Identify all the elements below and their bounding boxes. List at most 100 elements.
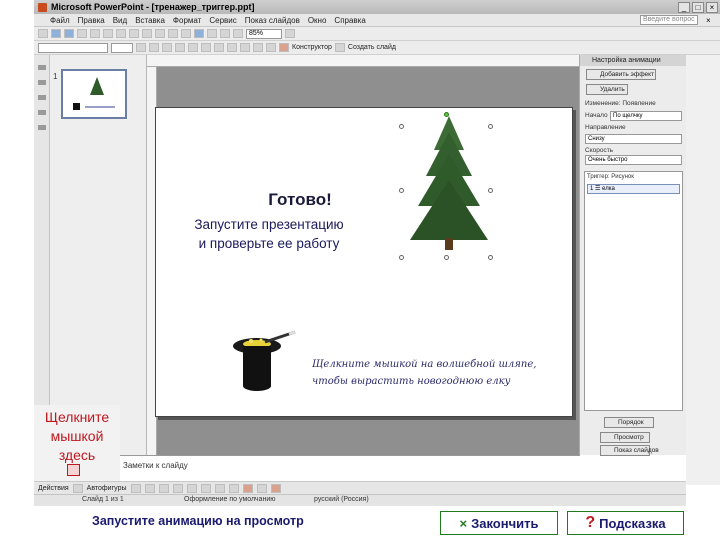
redo-icon[interactable] xyxy=(181,29,191,38)
add-effect-button[interactable]: Добавить эффект xyxy=(586,69,656,80)
font-color-icon[interactable] xyxy=(279,43,289,52)
close-icon[interactable]: × xyxy=(706,16,716,25)
increase-font-icon[interactable] xyxy=(253,43,263,52)
resize-handle[interactable] xyxy=(399,255,404,260)
cut-icon[interactable] xyxy=(116,29,126,38)
resize-handle[interactable] xyxy=(399,188,404,193)
spelling-icon[interactable] xyxy=(103,29,113,38)
play-button[interactable]: Просмотр xyxy=(600,432,650,443)
maximize-button[interactable]: □ xyxy=(692,1,704,13)
hyperlink-icon[interactable] xyxy=(194,29,204,38)
tool-icon[interactable] xyxy=(37,125,46,130)
underline-icon[interactable] xyxy=(162,43,172,52)
resize-handle[interactable] xyxy=(488,124,493,129)
christmas-tree-image[interactable] xyxy=(399,110,494,260)
slideshow-button[interactable]: Показ слайдов xyxy=(600,445,659,456)
resize-handle[interactable] xyxy=(488,255,493,260)
arrow-icon[interactable] xyxy=(144,483,155,493)
magic-hat-image[interactable] xyxy=(231,330,301,396)
reorder-button[interactable]: Порядок xyxy=(604,417,654,428)
remove-effect-button[interactable]: Удалить xyxy=(586,84,628,95)
paste-icon[interactable] xyxy=(142,29,152,38)
menu-slideshow[interactable]: Показ слайдов xyxy=(245,16,300,25)
text-color-icon[interactable] xyxy=(270,483,281,493)
direction-select[interactable]: Снизу xyxy=(585,134,682,144)
numbering-icon[interactable] xyxy=(227,43,237,52)
tool-icon[interactable] xyxy=(37,95,46,100)
new-slide-icon[interactable] xyxy=(334,43,345,52)
custom-animation-pane: Настройка анимации Добавить эффект Удали… xyxy=(579,55,687,456)
hint-label: Подсказка xyxy=(599,515,666,531)
start-select[interactable]: По щелчку xyxy=(610,111,682,121)
resize-handle[interactable] xyxy=(488,188,493,193)
slide-instruction-text[interactable]: Щелкните мышкой на волшебной шляпе, чтоб… xyxy=(312,356,552,390)
animation-list[interactable]: Триггер: Рисунок 1 ☰ елка xyxy=(584,171,683,411)
select-icon[interactable] xyxy=(72,483,83,493)
oval-icon[interactable] xyxy=(172,483,183,493)
save-icon[interactable] xyxy=(64,29,74,38)
resize-handle[interactable] xyxy=(444,112,449,117)
new-slide-button[interactable]: Создать слайд xyxy=(348,44,396,51)
align-center-icon[interactable] xyxy=(201,43,211,52)
minimize-button[interactable]: _ xyxy=(678,1,690,13)
menu-view[interactable]: Вид xyxy=(113,16,127,25)
decrease-font-icon[interactable] xyxy=(266,43,276,52)
menu-window[interactable]: Окно xyxy=(308,16,327,25)
align-left-icon[interactable] xyxy=(188,43,198,52)
zoom-select[interactable]: 85% xyxy=(246,28,282,39)
actions-menu[interactable]: Действия xyxy=(38,485,69,492)
help-icon[interactable] xyxy=(285,29,295,38)
bullets-icon[interactable] xyxy=(240,43,250,52)
italic-icon[interactable] xyxy=(149,43,159,52)
close-window-button[interactable]: × xyxy=(706,1,718,13)
format-painter-icon[interactable] xyxy=(155,29,165,38)
menu-format[interactable]: Формат xyxy=(173,16,201,25)
slide-thumbnail[interactable] xyxy=(61,69,127,119)
animation-list-item[interactable]: 1 ☰ елка xyxy=(587,184,680,194)
align-right-icon[interactable] xyxy=(214,43,224,52)
textbox-icon[interactable] xyxy=(186,483,197,493)
chart-icon[interactable] xyxy=(220,29,230,38)
tool-icon[interactable] xyxy=(37,65,46,70)
clipart-icon[interactable] xyxy=(214,483,225,493)
slide-subtitle[interactable]: Запустите презентацию и проверьте ее раб… xyxy=(164,215,374,253)
resize-handle[interactable] xyxy=(399,124,404,129)
title-bar: Microsoft PowerPoint - [тренажер_триггер… xyxy=(34,0,720,14)
fill-color-icon[interactable] xyxy=(242,483,253,493)
tool-icon[interactable] xyxy=(37,110,46,115)
finish-button[interactable]: × Закончить xyxy=(440,511,558,535)
new-icon[interactable] xyxy=(38,29,48,38)
font-size-select[interactable] xyxy=(111,42,133,53)
bold-icon[interactable] xyxy=(136,43,146,52)
font-select[interactable] xyxy=(38,42,108,53)
open-icon[interactable] xyxy=(51,29,61,38)
grid-icon[interactable] xyxy=(233,29,243,38)
autoshapes-menu[interactable]: Автофигуры xyxy=(87,485,127,492)
slide-canvas[interactable]: Готово! Запустите презентацию и проверьт… xyxy=(155,107,573,417)
print-icon[interactable] xyxy=(77,29,87,38)
preview-icon[interactable] xyxy=(90,29,100,38)
shadow-icon[interactable] xyxy=(175,43,185,52)
table-icon[interactable] xyxy=(207,29,217,38)
rectangle-icon[interactable] xyxy=(158,483,169,493)
menu-file[interactable]: Файл xyxy=(50,16,70,25)
design-button[interactable]: Конструктор xyxy=(292,44,332,51)
hint-button[interactable]: ? Подсказка xyxy=(567,511,684,535)
slide-heading[interactable]: Готово! xyxy=(230,190,370,210)
menu-insert[interactable]: Вставка xyxy=(135,16,165,25)
picture-icon[interactable] xyxy=(228,483,239,493)
copy-icon[interactable] xyxy=(129,29,139,38)
undo-icon[interactable] xyxy=(168,29,178,38)
line-color-icon[interactable] xyxy=(256,483,267,493)
tool-icon[interactable] xyxy=(37,80,46,85)
slideshow-view-button[interactable] xyxy=(67,464,80,476)
help-search-input[interactable]: Введите вопрос xyxy=(640,15,698,25)
menu-edit[interactable]: Правка xyxy=(78,16,105,25)
menu-tools[interactable]: Сервис xyxy=(209,16,236,25)
speed-select[interactable]: Очень быстро xyxy=(585,155,682,165)
line-icon[interactable] xyxy=(130,483,141,493)
notes-pane[interactable]: Заметки к слайду xyxy=(120,455,580,481)
menu-help[interactable]: Справка xyxy=(334,16,365,25)
wordart-icon[interactable] xyxy=(200,483,211,493)
resize-handle[interactable] xyxy=(444,255,449,260)
